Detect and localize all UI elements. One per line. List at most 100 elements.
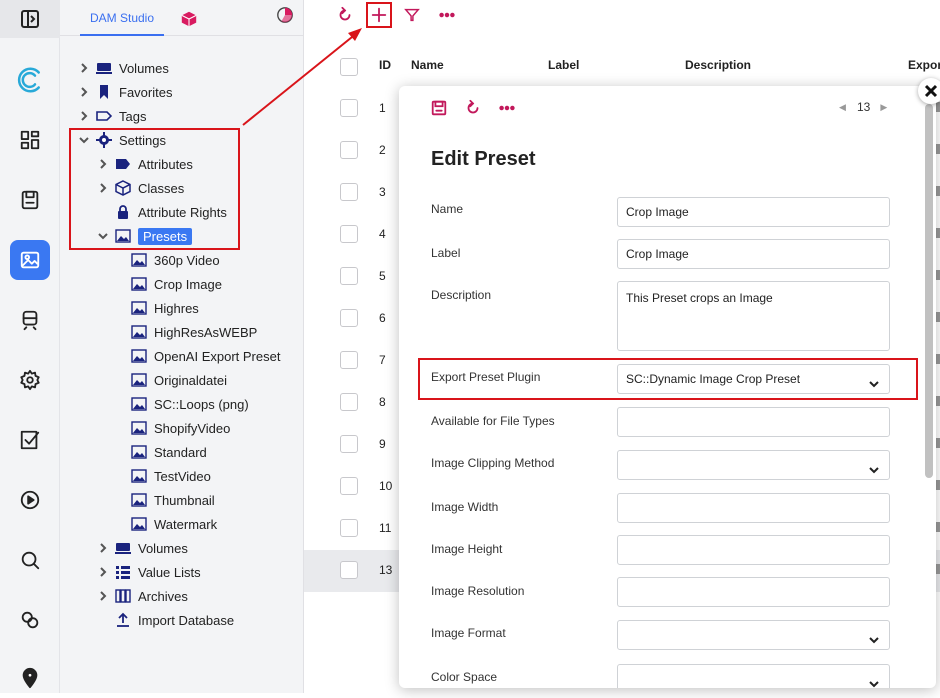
more-button[interactable] — [435, 3, 459, 27]
grid-toolbar — [304, 0, 940, 30]
next-record-icon[interactable]: ▶ — [880, 102, 888, 112]
prev-record-icon[interactable]: ◀ — [839, 102, 847, 112]
app-logo[interactable] — [10, 60, 50, 100]
filter-button[interactable] — [400, 3, 424, 27]
name-label: Name — [431, 202, 464, 216]
name-input[interactable]: Crop Image — [617, 197, 890, 227]
rail-dashboard-button[interactable] — [10, 120, 50, 160]
reload-button[interactable] — [333, 3, 357, 27]
height-label: Image Height — [431, 542, 503, 556]
cube-tab-icon[interactable] — [180, 10, 198, 28]
row-checkbox[interactable] — [340, 561, 358, 579]
tree-node-preset-item[interactable]: TestVideo — [130, 465, 211, 487]
select-all-checkbox[interactable] — [340, 58, 358, 76]
column-header-id[interactable]: ID — [379, 58, 391, 72]
bookmark-icon — [95, 84, 113, 100]
width-input[interactable] — [617, 493, 890, 523]
rail-save-button[interactable] — [10, 180, 50, 220]
plugin-select[interactable]: SC::Dynamic Image Crop Preset — [617, 364, 890, 394]
row-checkbox[interactable] — [340, 477, 358, 495]
tree-node-settings[interactable]: Settings — [77, 129, 166, 151]
add-button[interactable] — [366, 2, 392, 28]
dialog-save-button[interactable] — [429, 98, 449, 118]
tree-node-preset-item[interactable]: OpenAI Export Preset — [130, 345, 280, 367]
column-header-description[interactable]: Description — [685, 58, 751, 72]
tree-node-preset-item[interactable]: ShopifyVideo — [130, 417, 230, 439]
color-space-select[interactable] — [617, 664, 890, 688]
column-header-export[interactable]: Expor — [908, 58, 940, 72]
clipping-select[interactable] — [617, 450, 890, 480]
row-export-mark — [936, 270, 940, 280]
tree-node-import-database[interactable]: Import Database — [114, 609, 234, 631]
tree-node-volumes-settings[interactable]: Volumes — [96, 537, 188, 559]
tree-node-preset-item[interactable]: Originaldatei — [130, 369, 227, 391]
height-input[interactable] — [617, 535, 890, 565]
chevron-down-icon — [867, 459, 881, 474]
column-header-name[interactable]: Name — [411, 58, 444, 72]
tree-label: Crop Image — [154, 276, 222, 292]
rail-location-button[interactable] — [10, 658, 50, 698]
tree-label: Value Lists — [138, 564, 201, 580]
lock-icon — [114, 204, 132, 220]
tree-node-attribute-rights[interactable]: Attribute Rights — [114, 201, 227, 223]
row-checkbox[interactable] — [340, 99, 358, 117]
rail-links-button[interactable] — [10, 600, 50, 640]
search-icon — [21, 551, 40, 570]
tree-node-presets[interactable]: Presets — [96, 225, 193, 247]
row-checkbox[interactable] — [340, 519, 358, 537]
tree-node-value-lists[interactable]: Value Lists — [96, 561, 201, 583]
checkbox-icon — [20, 430, 40, 450]
tree-node-classes[interactable]: Classes — [96, 177, 184, 199]
row-checkbox[interactable] — [340, 183, 358, 201]
row-checkbox[interactable] — [340, 351, 358, 369]
tree-node-preset-item[interactable]: Highres — [130, 297, 199, 319]
rail-train-button[interactable] — [10, 300, 50, 340]
row-checkbox[interactable] — [340, 225, 358, 243]
row-checkbox[interactable] — [340, 309, 358, 327]
cube-icon — [114, 180, 132, 196]
tree-node-archives[interactable]: Archives — [96, 585, 188, 607]
row-checkbox[interactable] — [340, 435, 358, 453]
tree-node-attributes[interactable]: Attributes — [96, 153, 193, 175]
tree-node-volumes[interactable]: Volumes — [77, 57, 169, 79]
row-export-mark — [936, 144, 940, 154]
tree-node-preset-item[interactable]: HighResAsWEBP — [130, 321, 257, 343]
rail-play-button[interactable] — [10, 480, 50, 520]
chevron-down-icon — [867, 373, 881, 388]
dialog-more-button[interactable] — [497, 98, 517, 118]
rail-tasks-button[interactable] — [10, 420, 50, 460]
tree-node-preset-item[interactable]: SC::Loops (png) — [130, 393, 249, 415]
tree-node-favorites[interactable]: Favorites — [77, 81, 172, 103]
column-header-label[interactable]: Label — [548, 58, 579, 72]
dialog-scrollbar[interactable] — [925, 104, 933, 478]
dialog-close-button[interactable] — [918, 78, 940, 104]
plus-icon — [371, 7, 387, 23]
row-checkbox[interactable] — [340, 141, 358, 159]
rail-settings-button[interactable] — [10, 360, 50, 400]
gear-icon — [20, 369, 40, 391]
row-checkbox[interactable] — [340, 267, 358, 285]
tree-node-preset-item[interactable]: 360p Video — [130, 249, 220, 271]
tab-dam-studio[interactable]: DAM Studio — [80, 0, 165, 36]
tree-node-preset-item[interactable]: Watermark — [130, 513, 217, 535]
row-checkbox[interactable] — [340, 393, 358, 411]
label-input[interactable]: Crop Image — [617, 239, 890, 269]
pie-chart-tab-icon[interactable] — [276, 6, 294, 24]
rail-search-button[interactable] — [10, 540, 50, 580]
dialog-reload-button[interactable] — [463, 98, 483, 118]
description-textarea[interactable]: This Preset crops an Image — [617, 281, 890, 351]
tree-node-preset-item[interactable]: Thumbnail — [130, 489, 215, 511]
toggle-sidebar-button[interactable] — [0, 0, 60, 38]
tree-node-preset-item[interactable]: Standard — [130, 441, 207, 463]
image-icon — [130, 348, 148, 364]
tree-label: ShopifyVideo — [154, 420, 231, 436]
format-label: Image Format — [431, 626, 506, 640]
plugin-label: Export Preset Plugin — [431, 370, 541, 384]
resolution-input[interactable] — [617, 577, 890, 607]
format-select[interactable] — [617, 620, 890, 650]
rail-images-button[interactable] — [10, 240, 50, 280]
file-types-input[interactable] — [617, 407, 890, 437]
tree-node-preset-item[interactable]: Crop Image — [130, 273, 222, 295]
chevron-down-icon — [867, 673, 881, 688]
tree-node-tags[interactable]: Tags — [77, 105, 146, 127]
